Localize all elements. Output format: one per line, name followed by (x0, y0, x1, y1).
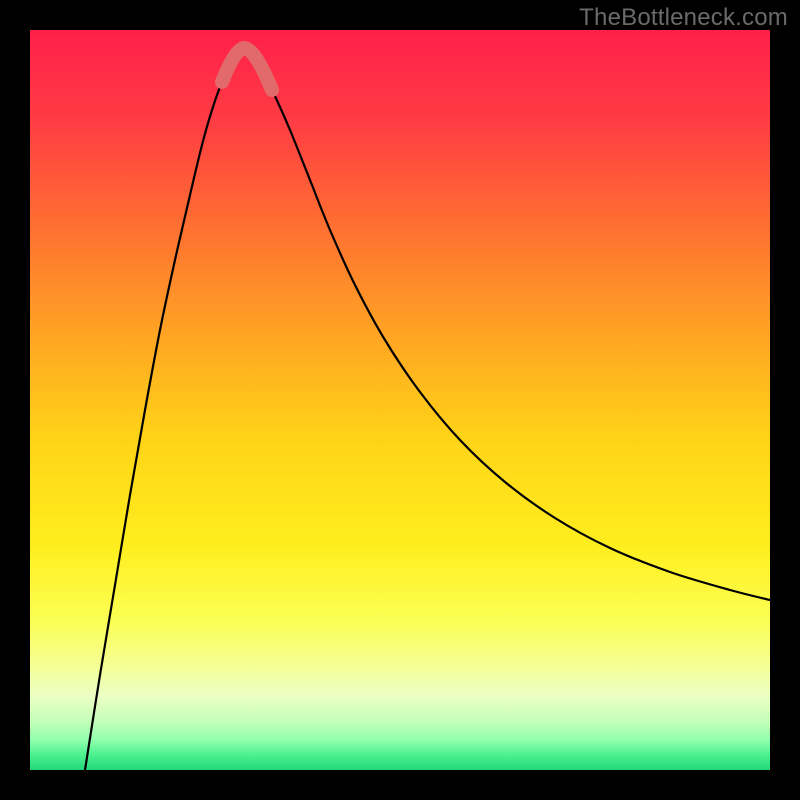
bottleneck-curve (85, 48, 770, 770)
highlight-segment (222, 48, 272, 90)
plot-frame (30, 30, 770, 770)
chart-svg (30, 30, 770, 770)
watermark-text: TheBottleneck.com (579, 4, 788, 32)
